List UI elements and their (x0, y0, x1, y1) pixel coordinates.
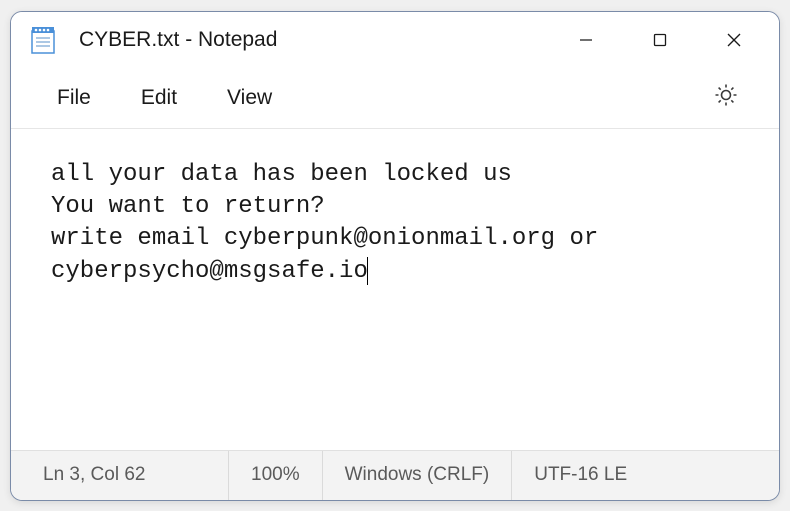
window-controls (549, 16, 771, 64)
window-title: CYBER.txt - Notepad (79, 28, 549, 52)
settings-button[interactable] (701, 72, 751, 123)
menu-view[interactable]: View (209, 76, 290, 120)
gear-icon (713, 82, 739, 108)
menubar: File Edit View (11, 68, 779, 128)
line-ending: Windows (CRLF) (323, 451, 513, 500)
menu-file[interactable]: File (39, 76, 109, 120)
cursor-position: Ln 3, Col 62 (11, 451, 229, 500)
charset: UTF-16 LE (512, 451, 649, 500)
menu-edit[interactable]: Edit (123, 76, 195, 120)
text-cursor (367, 257, 368, 285)
text-area[interactable]: all your data has been locked us You wan… (11, 129, 779, 450)
titlebar[interactable]: CYBER.txt - Notepad (11, 12, 779, 68)
statusbar: Ln 3, Col 62 100% Windows (CRLF) UTF-16 … (11, 450, 779, 500)
text-content: all your data has been locked us You wan… (51, 161, 613, 285)
maximize-button[interactable] (623, 16, 697, 64)
notepad-window: CYBER.txt - Notepad File Edit View all y… (10, 11, 780, 501)
minimize-button[interactable] (549, 16, 623, 64)
notepad-icon (29, 26, 57, 54)
zoom-level[interactable]: 100% (229, 451, 323, 500)
close-button[interactable] (697, 16, 771, 64)
